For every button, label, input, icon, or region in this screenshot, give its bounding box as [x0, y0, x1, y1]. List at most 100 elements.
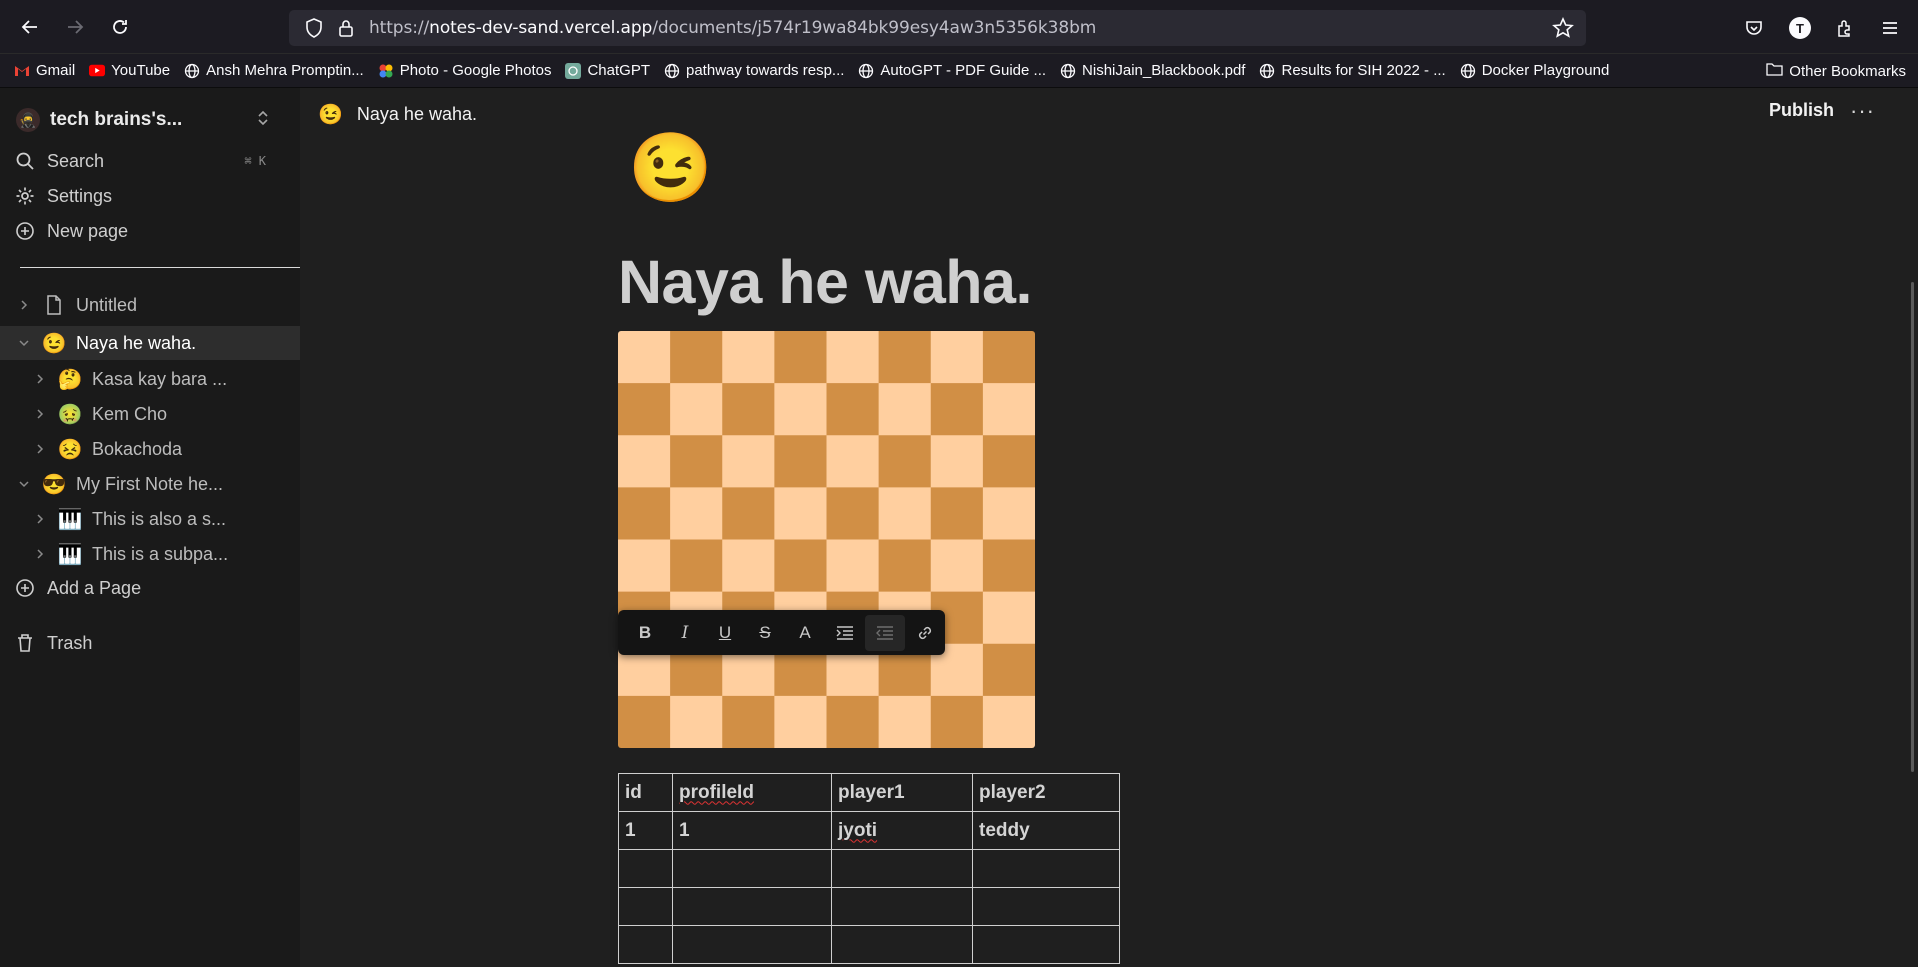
- table-cell[interactable]: [831, 849, 973, 888]
- table-header-cell[interactable]: player1: [831, 773, 973, 812]
- chessboard-image[interactable]: [618, 331, 1035, 748]
- chevron-right-icon[interactable]: [32, 408, 48, 420]
- profile-initial: T: [1789, 17, 1811, 39]
- bookmark-sih[interactable]: Results for SIH 2022 - ...: [1259, 62, 1446, 79]
- bold-button[interactable]: B: [625, 615, 665, 651]
- lock-icon[interactable]: [335, 17, 357, 39]
- tree-item-kasa-kay-bara[interactable]: 🤔 Kasa kay bara ...: [0, 362, 300, 396]
- tree-item-kem-cho[interactable]: 🤢 Kem Cho: [0, 397, 300, 431]
- tree-item-this-is-also[interactable]: 🎹 This is also a s...: [0, 502, 300, 536]
- chevron-right-icon[interactable]: [32, 548, 48, 560]
- add-page-button[interactable]: Add a Page: [14, 572, 286, 604]
- board-square: [670, 539, 723, 593]
- reload-button[interactable]: [102, 12, 138, 42]
- chevron-right-icon[interactable]: [32, 443, 48, 455]
- trash-button[interactable]: Trash: [14, 627, 286, 659]
- bookmark-docker[interactable]: Docker Playground: [1460, 62, 1609, 79]
- table-cell[interactable]: [618, 887, 673, 926]
- underline-button[interactable]: U: [705, 615, 745, 651]
- other-bookmarks-label: Other Bookmarks: [1789, 62, 1906, 80]
- table-header-cell[interactable]: id: [618, 773, 673, 812]
- workspace-avatar: 🥷: [16, 108, 40, 132]
- table-header-cell[interactable]: profileId: [672, 773, 832, 812]
- table-cell[interactable]: teddy: [972, 811, 1120, 850]
- indent-button[interactable]: [825, 615, 865, 651]
- table-cell[interactable]: [831, 925, 973, 964]
- profile-avatar[interactable]: T: [1785, 13, 1815, 43]
- tree-item-my-first-note[interactable]: 😎 My First Note he...: [0, 467, 300, 501]
- players-table[interactable]: id profileId player1 player2 1 1 jyoti t…: [618, 773, 1120, 964]
- scrollbar[interactable]: [1911, 282, 1914, 772]
- extensions-icon[interactable]: [1830, 13, 1860, 43]
- table-cell[interactable]: [672, 887, 832, 926]
- bookmark-ansh[interactable]: Ansh Mehra Promptin...: [184, 62, 364, 79]
- page-title[interactable]: Naya he waha.: [618, 247, 1032, 317]
- settings-button[interactable]: Settings: [14, 180, 286, 212]
- link-icon: [918, 626, 932, 639]
- table-cell[interactable]: 1: [672, 811, 832, 850]
- text-color-button[interactable]: A: [785, 615, 825, 651]
- table-cell[interactable]: 1: [618, 811, 673, 850]
- chevron-down-icon[interactable]: [16, 479, 32, 489]
- new-page-button[interactable]: New page: [14, 215, 286, 247]
- chevron-right-icon[interactable]: [16, 299, 32, 311]
- bookmark-google-photos[interactable]: Photo - Google Photos: [378, 62, 551, 79]
- table-cell[interactable]: [831, 887, 973, 926]
- bookmark-star-icon[interactable]: [1552, 17, 1574, 44]
- bookmark-gmail[interactable]: Gmail: [14, 62, 75, 79]
- table-cell[interactable]: [618, 849, 673, 888]
- table-cell[interactable]: [672, 849, 832, 888]
- board-square: [774, 539, 827, 593]
- board-square: [930, 383, 984, 436]
- search-shortcut: ⌘ K: [244, 154, 266, 168]
- other-bookmarks[interactable]: Other Bookmarks: [1766, 62, 1906, 80]
- tree-item-naya-he-waha[interactable]: 😉 Naya he waha.: [0, 326, 300, 360]
- workspace-name: tech brains's...: [50, 109, 183, 130]
- table-header-cell[interactable]: player2: [972, 773, 1120, 812]
- outdent-button[interactable]: [865, 614, 905, 651]
- address-bar[interactable]: https://notes-dev-sand.vercel.app/docume…: [289, 10, 1586, 46]
- url-text[interactable]: https://notes-dev-sand.vercel.app/docume…: [369, 18, 1096, 38]
- search-button[interactable]: Search ⌘ K: [14, 145, 286, 177]
- board-square: [878, 539, 932, 593]
- page-icon-emoji[interactable]: 😉: [628, 131, 713, 206]
- table-cell[interactable]: [672, 925, 832, 964]
- table-cell[interactable]: jyoti: [831, 811, 973, 850]
- page-breadcrumb[interactable]: 😉 Naya he waha.: [318, 102, 477, 127]
- tree-item-label: Kasa kay bara ...: [92, 368, 228, 389]
- publish-button[interactable]: Publish: [1769, 100, 1834, 121]
- menu-icon[interactable]: [1875, 13, 1905, 43]
- bookmark-chatgpt[interactable]: ChatGPT: [565, 62, 650, 79]
- chevron-right-icon[interactable]: [32, 513, 48, 525]
- globe-icon: [1460, 63, 1476, 79]
- bookmark-blackbook[interactable]: NishiJain_Blackbook.pdf: [1060, 62, 1245, 79]
- tree-item-this-is-a-subpage[interactable]: 🎹 This is a subpa...: [0, 537, 300, 571]
- tree-item-untitled[interactable]: Untitled: [0, 288, 300, 322]
- tree-item-label: This is a subpa...: [92, 543, 229, 564]
- more-options-button[interactable]: ···: [1850, 98, 1875, 124]
- forward-button[interactable]: [57, 12, 93, 42]
- chevron-down-icon[interactable]: [16, 338, 32, 348]
- board-square: [826, 695, 880, 748]
- italic-button[interactable]: I: [665, 615, 705, 651]
- table-cell[interactable]: [618, 925, 673, 964]
- board-square: [878, 331, 932, 384]
- back-button[interactable]: [12, 12, 48, 42]
- shield-icon[interactable]: [303, 17, 325, 39]
- chessboard-grid: [618, 331, 1035, 748]
- page-emoji-icon: 🎹: [57, 543, 83, 566]
- tree-item-bokachoda[interactable]: 😣 Bokachoda: [0, 432, 300, 466]
- new-page-label: New page: [47, 220, 129, 241]
- pocket-icon[interactable]: [1739, 13, 1769, 43]
- link-button[interactable]: [905, 615, 945, 651]
- chevron-right-icon[interactable]: [32, 373, 48, 385]
- bookmark-youtube[interactable]: YouTube: [89, 62, 170, 79]
- bookmark-autogpt[interactable]: AutoGPT - PDF Guide ...: [858, 62, 1046, 79]
- workspace-switcher[interactable]: 🥷 tech brains's...: [16, 104, 286, 136]
- strikethrough-button[interactable]: S: [745, 615, 785, 651]
- table-cell[interactable]: [972, 925, 1120, 964]
- board-square: [826, 331, 880, 384]
- bookmark-pathway[interactable]: pathway towards resp...: [664, 62, 844, 79]
- table-cell[interactable]: [972, 849, 1120, 888]
- table-cell[interactable]: [972, 887, 1120, 926]
